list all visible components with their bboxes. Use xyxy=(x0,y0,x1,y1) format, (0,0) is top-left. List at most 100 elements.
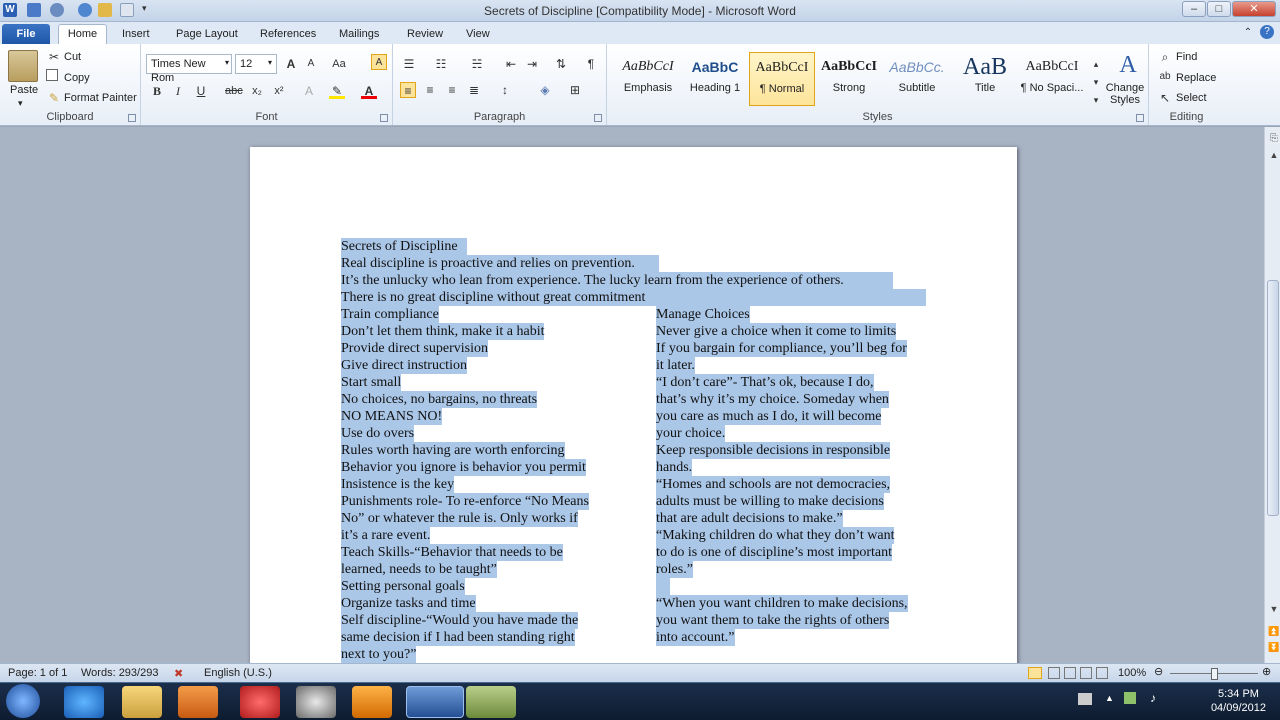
print-layout-view-icon[interactable] xyxy=(1028,667,1042,679)
find-button[interactable]: Find xyxy=(1176,51,1197,63)
media-player-icon[interactable] xyxy=(178,686,218,718)
outlook-icon[interactable] xyxy=(352,686,392,718)
minimize-ribbon-icon[interactable]: ⌃ xyxy=(1240,25,1256,41)
col2-line[interactable]: If you bargain for compliance, you’ll be… xyxy=(656,340,907,357)
col1-line[interactable]: Start small xyxy=(341,374,402,391)
col1-line[interactable]: same decision if I had been standing rig… xyxy=(341,629,575,646)
doc-header-line[interactable]: Real discipline is proactive and relies … xyxy=(341,255,659,272)
style-emphasis[interactable]: AaBbCcI Emphasis xyxy=(615,52,681,106)
italic-icon[interactable]: I xyxy=(170,83,186,99)
draft-view-icon[interactable] xyxy=(1096,667,1108,679)
borders-icon[interactable]: ⊞ xyxy=(567,82,583,98)
strikethrough-icon[interactable]: abc xyxy=(225,83,243,99)
style-normal[interactable]: AaBbCcI ¶ Normal xyxy=(749,52,815,106)
change-case-icon[interactable]: Aa xyxy=(331,56,347,72)
zoom-in-icon[interactable]: ⊕ xyxy=(1262,665,1271,678)
tab-references[interactable]: References xyxy=(250,25,326,44)
change-styles-button[interactable]: Change Styles xyxy=(1105,82,1145,106)
decrease-indent-icon[interactable]: ⇤ xyxy=(503,56,519,72)
styles-launcher-icon[interactable] xyxy=(1136,114,1144,122)
col2-line[interactable]: you want them to take the rights of othe… xyxy=(656,612,890,629)
bold-icon[interactable]: B xyxy=(149,83,165,99)
doc-header-line[interactable]: It’s the unlucky who lean from experienc… xyxy=(341,272,893,289)
col1-line[interactable]: Punishments role- To re-enforce “No Mean… xyxy=(341,493,589,510)
tab-mailings[interactable]: Mailings xyxy=(329,25,389,44)
col1-line[interactable]: Provide direct supervision xyxy=(341,340,488,357)
copy-button[interactable]: Copy xyxy=(64,72,90,84)
shading-icon[interactable]: ◈ xyxy=(537,82,553,98)
col2-line[interactable] xyxy=(656,578,670,595)
col2-line[interactable]: Keep responsible decisions in responsibl… xyxy=(656,442,891,459)
font-color-icon[interactable]: A xyxy=(361,83,377,99)
select-button[interactable]: Select xyxy=(1176,92,1207,104)
col2-line[interactable]: “Making children do what they don’t want xyxy=(656,527,895,544)
next-page-icon[interactable]: ⏬ xyxy=(1266,639,1280,655)
styles-more-icon[interactable]: ▾ xyxy=(1088,92,1104,108)
col1-line[interactable]: Self discipline-“Would you have made the xyxy=(341,612,579,629)
col2-line[interactable]: you care as much as I do, it will become xyxy=(656,408,882,425)
col1-line[interactable]: Give direct instruction xyxy=(341,357,467,374)
doc-header-line[interactable]: There is no great discipline without gre… xyxy=(341,289,926,306)
col1-line[interactable]: Behavior you ignore is behavior you perm… xyxy=(341,459,586,476)
tab-insert[interactable]: Insert xyxy=(112,25,160,44)
paste-dropdown-icon[interactable]: ▾ xyxy=(18,98,23,109)
styles-scroll-down-icon[interactable]: ▾ xyxy=(1088,74,1104,90)
file-explorer-icon[interactable] xyxy=(122,686,162,718)
col2-line[interactable]: to do is one of discipline’s most import… xyxy=(656,544,893,561)
replace-button[interactable]: Replace xyxy=(1176,72,1216,84)
text-effects-icon[interactable]: A xyxy=(301,83,317,99)
start-button[interactable] xyxy=(6,684,40,718)
notes-app-icon[interactable] xyxy=(466,686,516,718)
col1-line[interactable]: Setting personal goals xyxy=(341,578,465,595)
bullets-icon[interactable]: ☰ xyxy=(401,56,417,72)
col1-line[interactable]: Use do overs xyxy=(341,425,415,442)
col1-line[interactable]: No” or whatever the rule is. Only works … xyxy=(341,510,578,527)
zoom-level[interactable]: 100% xyxy=(1118,667,1146,679)
maximize-button[interactable]: □ xyxy=(1207,1,1231,17)
full-screen-view-icon[interactable] xyxy=(1048,667,1060,679)
format-painter-icon[interactable]: ✎ xyxy=(46,90,62,106)
font-name-dropdown-icon[interactable]: ▾ xyxy=(225,58,229,67)
col2-line[interactable]: “I don’t care”- That’s ok, because I do, xyxy=(656,374,874,391)
scroll-up-icon[interactable]: ▲ xyxy=(1266,147,1280,163)
close-button[interactable]: ✕ xyxy=(1232,1,1276,17)
tab-review[interactable]: Review xyxy=(397,25,453,44)
paste-button[interactable]: Paste xyxy=(10,84,38,96)
align-center-icon[interactable]: ≡ xyxy=(422,82,438,98)
col2-line[interactable]: that are adult decisions to make.” xyxy=(656,510,843,527)
ruler-toggle-icon[interactable]: ⎘ xyxy=(1266,131,1280,147)
clock-app-icon[interactable] xyxy=(296,686,336,718)
cut-button[interactable]: Cut xyxy=(64,51,81,63)
tab-file[interactable]: File xyxy=(2,24,50,44)
col1-line[interactable]: Teach Skills-“Behavior that needs to be xyxy=(341,544,563,561)
tab-home[interactable]: Home xyxy=(58,24,107,45)
font-name-combo[interactable]: Times New Rom xyxy=(146,54,232,84)
col1-line[interactable]: NO MEANS NO! xyxy=(341,408,443,425)
internet-explorer-icon[interactable] xyxy=(64,686,104,718)
word-count[interactable]: Words: 293/293 xyxy=(81,667,158,679)
col2-line[interactable]: Manage Choices xyxy=(656,306,750,323)
language-indicator[interactable]: English (U.S.) xyxy=(204,667,272,679)
document-page[interactable]: Secrets of Discipline Real discipline is… xyxy=(250,147,1017,667)
col2-line[interactable]: into account.” xyxy=(656,629,735,646)
clipboard-launcher-icon[interactable] xyxy=(128,114,136,122)
col2-line[interactable]: roles.” xyxy=(656,561,693,578)
increase-indent-icon[interactable]: ⇥ xyxy=(524,56,540,72)
styles-scroll-up-icon[interactable]: ▴ xyxy=(1088,56,1104,72)
word-taskbar-icon[interactable] xyxy=(406,686,464,718)
copy-icon[interactable] xyxy=(46,69,58,81)
col2-line[interactable]: “When you want children to make decision… xyxy=(656,595,908,612)
line-spacing-icon[interactable]: ↕ xyxy=(497,82,513,98)
style-title[interactable]: AaB Title xyxy=(952,52,1018,106)
shrink-font-icon[interactable]: A xyxy=(303,56,319,72)
grow-font-icon[interactable]: A xyxy=(283,56,299,72)
doc-header-line[interactable]: Secrets of Discipline xyxy=(341,238,467,255)
tab-view[interactable]: View xyxy=(456,25,500,44)
col1-line[interactable]: Insistence is the key xyxy=(341,476,455,493)
col2-line[interactable]: that’s why it’s my choice. Someday when xyxy=(656,391,889,408)
clear-formatting-icon[interactable]: A xyxy=(371,54,387,70)
tab-page-layout[interactable]: Page Layout xyxy=(166,25,248,44)
col1-line[interactable]: next to you?” xyxy=(341,646,417,663)
page-count[interactable]: Page: 1 of 1 xyxy=(8,667,67,679)
col2-line[interactable]: it later. xyxy=(656,357,695,374)
